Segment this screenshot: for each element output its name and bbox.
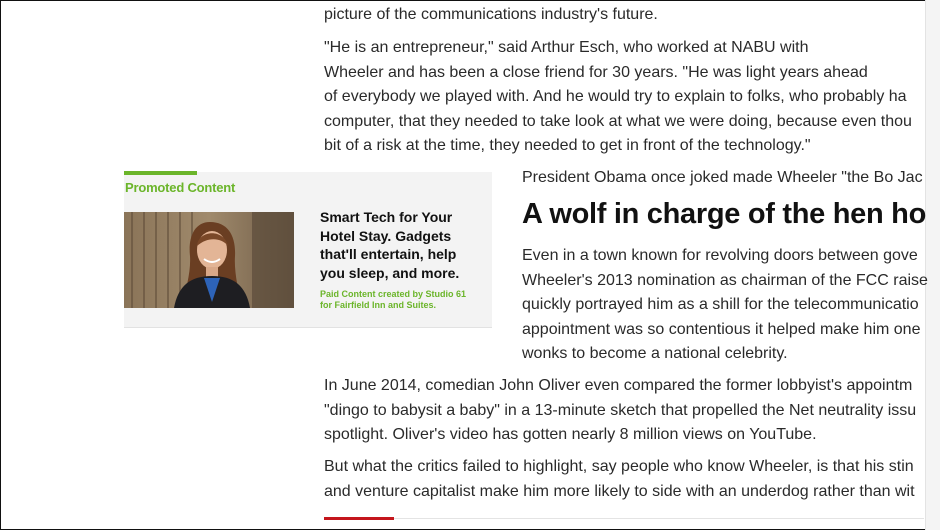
promo-sponsor-disclosure: Paid Content created by Studio 61 for Fa… <box>320 289 466 311</box>
article-paragraph-4: Even in a town known for revolving doors… <box>522 244 928 367</box>
text-line: computer, that they needed to take look … <box>324 112 912 130</box>
text-line: appointment was so contentious it helped… <box>522 320 921 338</box>
text-line: But what the critics failed to highlight… <box>324 458 914 475</box>
text-line: President Obama once joked made Wheeler … <box>522 169 923 186</box>
text-line: "He is an entrepreneur," said Arthur Esc… <box>324 39 809 56</box>
text-line: spotlight. Oliver's video has gotten nea… <box>324 426 817 443</box>
promo-accent-bar <box>124 171 197 175</box>
promo-label: Promoted Content <box>125 180 236 195</box>
headline-line: Smart Tech for Your <box>320 209 453 225</box>
article-paragraph-2: "He is an entrepreneur," said Arthur Esc… <box>324 36 912 159</box>
text-line: Wheeler's 2013 nomination as chairman of… <box>522 271 928 289</box>
promoted-content-card[interactable]: Promoted Content Smart Tech for Your Hot… <box>124 171 492 328</box>
promo-image[interactable] <box>124 212 294 308</box>
text-line: wonks to become a national celebrity. <box>522 345 788 362</box>
headline-line: that'll entertain, help <box>320 246 457 262</box>
text-line: quickly portrayed him as a shill for the… <box>522 296 919 313</box>
woman-photo-illustration <box>124 212 294 308</box>
sponsor-line: Paid Content created by Studio 61 <box>320 289 467 299</box>
text-line: picture of the communications industry's… <box>324 6 658 23</box>
text-line: "dingo to babysit a baby" in a 13-minute… <box>324 401 917 419</box>
article-paragraph-5: In June 2014, comedian John Oliver even … <box>324 374 916 448</box>
text-line: Even in a town known for revolving doors… <box>522 247 918 264</box>
article-paragraph-1: picture of the communications industry's… <box>324 3 658 28</box>
headline-line: Hotel Stay. Gadgets <box>320 227 452 244</box>
section-divider <box>394 518 924 519</box>
sponsor-line: for Fairfield Inn and Suites. <box>320 300 437 310</box>
headline-line: you sleep, and more. <box>320 264 460 281</box>
promo-headline-link[interactable]: Smart Tech for Your Hotel Stay. Gadgets … <box>320 208 485 282</box>
text-line: and venture capitalist make him more lik… <box>324 482 915 500</box>
text-line: of everybody we played with. And he woul… <box>324 88 907 105</box>
section-heading: A wolf in charge of the hen ho <box>522 198 926 230</box>
article-paragraph-3: President Obama once joked made Wheeler … <box>522 166 923 191</box>
section-divider-accent <box>324 517 394 520</box>
article-paragraph-6: But what the critics failed to highlight… <box>324 455 915 504</box>
text-line: Wheeler and has been a close friend for … <box>324 63 868 81</box>
text-line: In June 2014, comedian John Oliver even … <box>324 377 913 394</box>
text-line: bit of a risk at the time, they needed t… <box>324 137 811 154</box>
